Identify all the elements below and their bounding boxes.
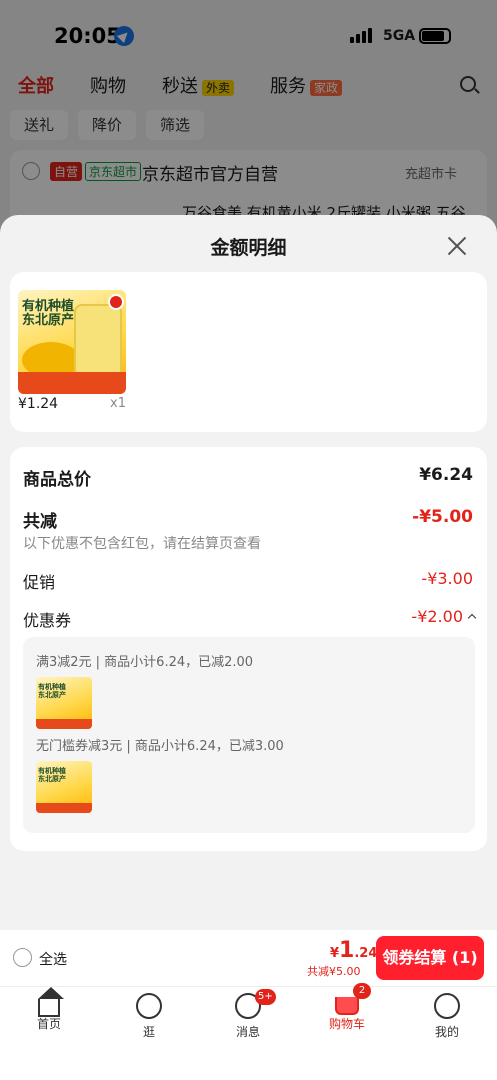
coupon-product-thumb-1: 有机种植 东北原产 [36,677,92,729]
product-price: ¥1.24 [18,396,59,412]
coupon-desc-2: 无门槛券减3元 | 商品小计6.24，已减3.00 [36,739,284,754]
profile-icon [434,993,460,1019]
sheet-title: 金额明细 [210,237,287,259]
discount-note: 以下优惠不包含红包，请在结算页查看 [23,536,261,552]
checkout-bar: 全选 ¥1.24 共减¥5.00 领券结算 (1) [0,930,497,986]
cart-badge: 2 [353,983,371,999]
amount-detail-sheet: 金额明细 有机种植 东北原产 ¥1.24 x1 商品总价 ¥6.24 共减 -¥… [0,215,497,930]
reduce-value: -¥5.00 [412,507,473,527]
nav-stroll[interactable]: 逛 [119,993,179,1040]
promo-value: -¥3.00 [421,569,473,588]
select-all-radio[interactable] [13,948,32,967]
stroll-icon [136,993,162,1019]
total-value: ¥6.24 [419,465,473,485]
coupon-product-thumb-2: 有机种植 东北原产 [36,761,92,813]
bottom-nav: 首页 逛 5+ 消息 2 购物车 我的 [0,983,497,1080]
coupon-label: 优惠券 [23,611,72,630]
close-icon[interactable] [444,233,470,259]
product-qty: x1 [110,396,126,411]
nav-profile[interactable]: 我的 [417,993,477,1040]
nav-cart[interactable]: 2 购物车 [317,983,377,1032]
message-icon: 5+ [235,989,276,1019]
coupon-toggle[interactable]: -¥2.00 [411,607,477,626]
product-image[interactable]: 有机种植 东北原产 [18,290,126,394]
chevron-up-icon [467,613,477,623]
checkout-total: ¥1.24 [330,938,378,963]
checkout-reduce[interactable]: 共减¥5.00 [307,963,361,979]
coupon-detail-box: 满3减2元 | 商品小计6.24，已减2.00 有机种植 东北原产 无门槛券减3… [23,637,475,833]
total-label: 商品总价 [23,470,91,490]
promo-label: 促销 [23,573,56,592]
product-card: 有机种植 东北原产 ¥1.24 x1 [10,272,487,432]
cart-icon: 2 [335,983,371,1015]
nav-home[interactable]: 首页 [19,987,79,1032]
price-detail-card: 商品总价 ¥6.24 共减 -¥5.00 以下优惠不包含红包，请在结算页查看 促… [10,447,487,851]
product-image-text: 有机种植 东北原产 [22,299,75,328]
message-badge: 5+ [255,989,276,1005]
check-icon [108,294,124,310]
home-icon [38,987,64,1017]
select-all-label[interactable]: 全选 [39,949,67,969]
checkout-button[interactable]: 领券结算 (1) [376,936,484,980]
reduce-label: 共减 [23,512,57,532]
coupon-desc-1: 满3减2元 | 商品小计6.24，已减2.00 [36,655,254,670]
coupon-value: -¥2.00 [411,607,463,626]
nav-messages[interactable]: 5+ 消息 [218,989,278,1040]
